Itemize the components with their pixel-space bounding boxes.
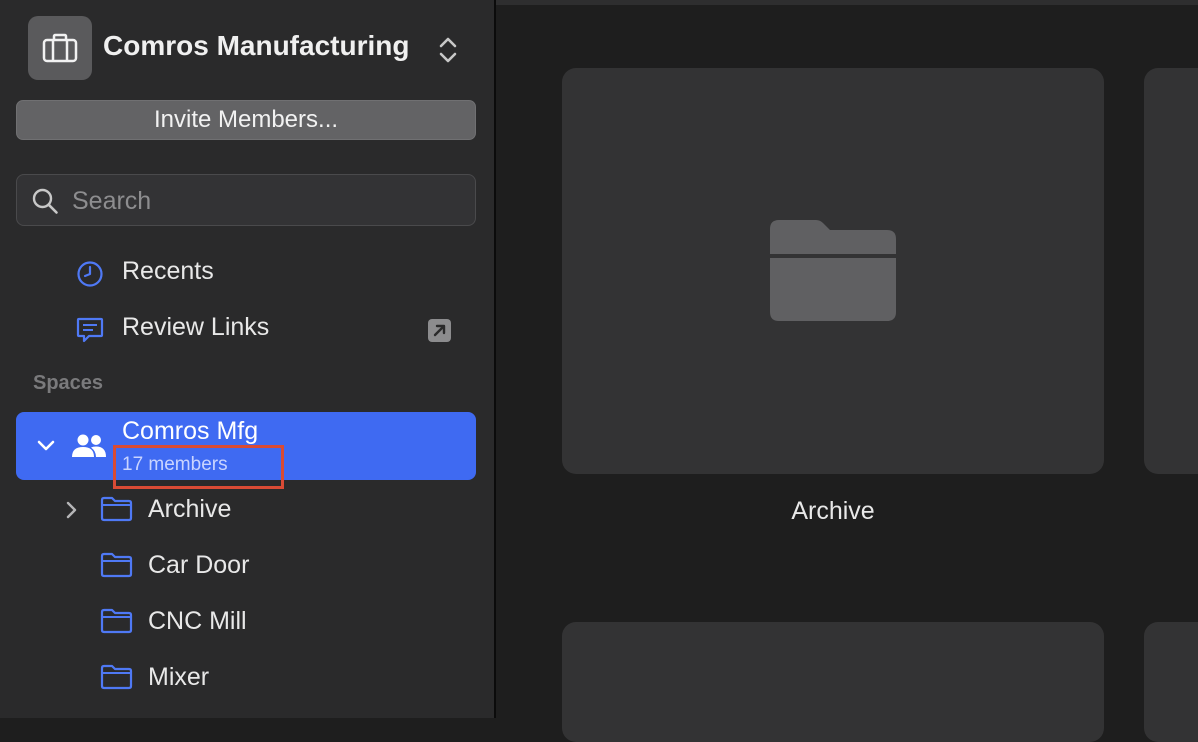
sidebar-item-label: Review Links [122,313,270,341]
sidebar-item-label: Car Door [148,551,250,579]
search-input[interactable]: Search [16,174,476,226]
briefcase-icon[interactable] [28,16,92,80]
main-top-bar [496,0,1198,5]
sidebar-item-label: Mixer [148,663,210,691]
folder-tile-archive[interactable] [562,68,1104,474]
space-title: Comros Mfg [122,417,259,445]
clock-icon [77,261,103,287]
search-placeholder: Search [72,187,152,215]
workspace-name[interactable]: Comros Manufacturing [103,30,409,62]
spaces-section-header: Spaces [33,372,104,394]
folder-tile[interactable] [1144,622,1198,742]
chevron-right-icon[interactable] [64,501,80,519]
folder-tile[interactable] [1144,68,1198,474]
sidebar-folder-archive[interactable]: Archive [0,485,496,533]
people-icon [72,434,106,457]
folder-icon [100,496,133,522]
annotation-highlight-box [113,445,284,489]
external-link-icon[interactable] [428,319,451,342]
search-icon [32,188,58,214]
sidebar-item-label: CNC Mill [148,607,247,635]
main-content: Archive [496,0,1198,742]
sidebar-folder-car-door[interactable]: Car Door [0,541,496,589]
sidebar-folder-cnc-mill[interactable]: CNC Mill [0,597,496,645]
chevron-down-icon[interactable] [36,436,56,456]
sidebar: Comros Manufacturing Invite Members... S… [0,0,496,718]
sidebar-item-review-links[interactable]: Review Links [0,305,496,353]
sidebar-folder-mixer[interactable]: Mixer [0,653,496,701]
folder-icon [100,552,133,578]
chevron-up-down-icon[interactable] [435,34,461,66]
folder-icon [770,220,896,321]
folder-tile-label: Archive [791,497,875,525]
folder-tile[interactable] [562,622,1104,742]
folder-icon [100,664,133,690]
folder-icon [100,608,133,634]
sidebar-item-label: Archive [148,495,232,523]
sidebar-item-label: Recents [122,257,214,285]
speech-bubble-icon [76,317,104,343]
sidebar-item-recents[interactable]: Recents [0,249,496,297]
invite-members-button[interactable]: Invite Members... [16,100,476,140]
